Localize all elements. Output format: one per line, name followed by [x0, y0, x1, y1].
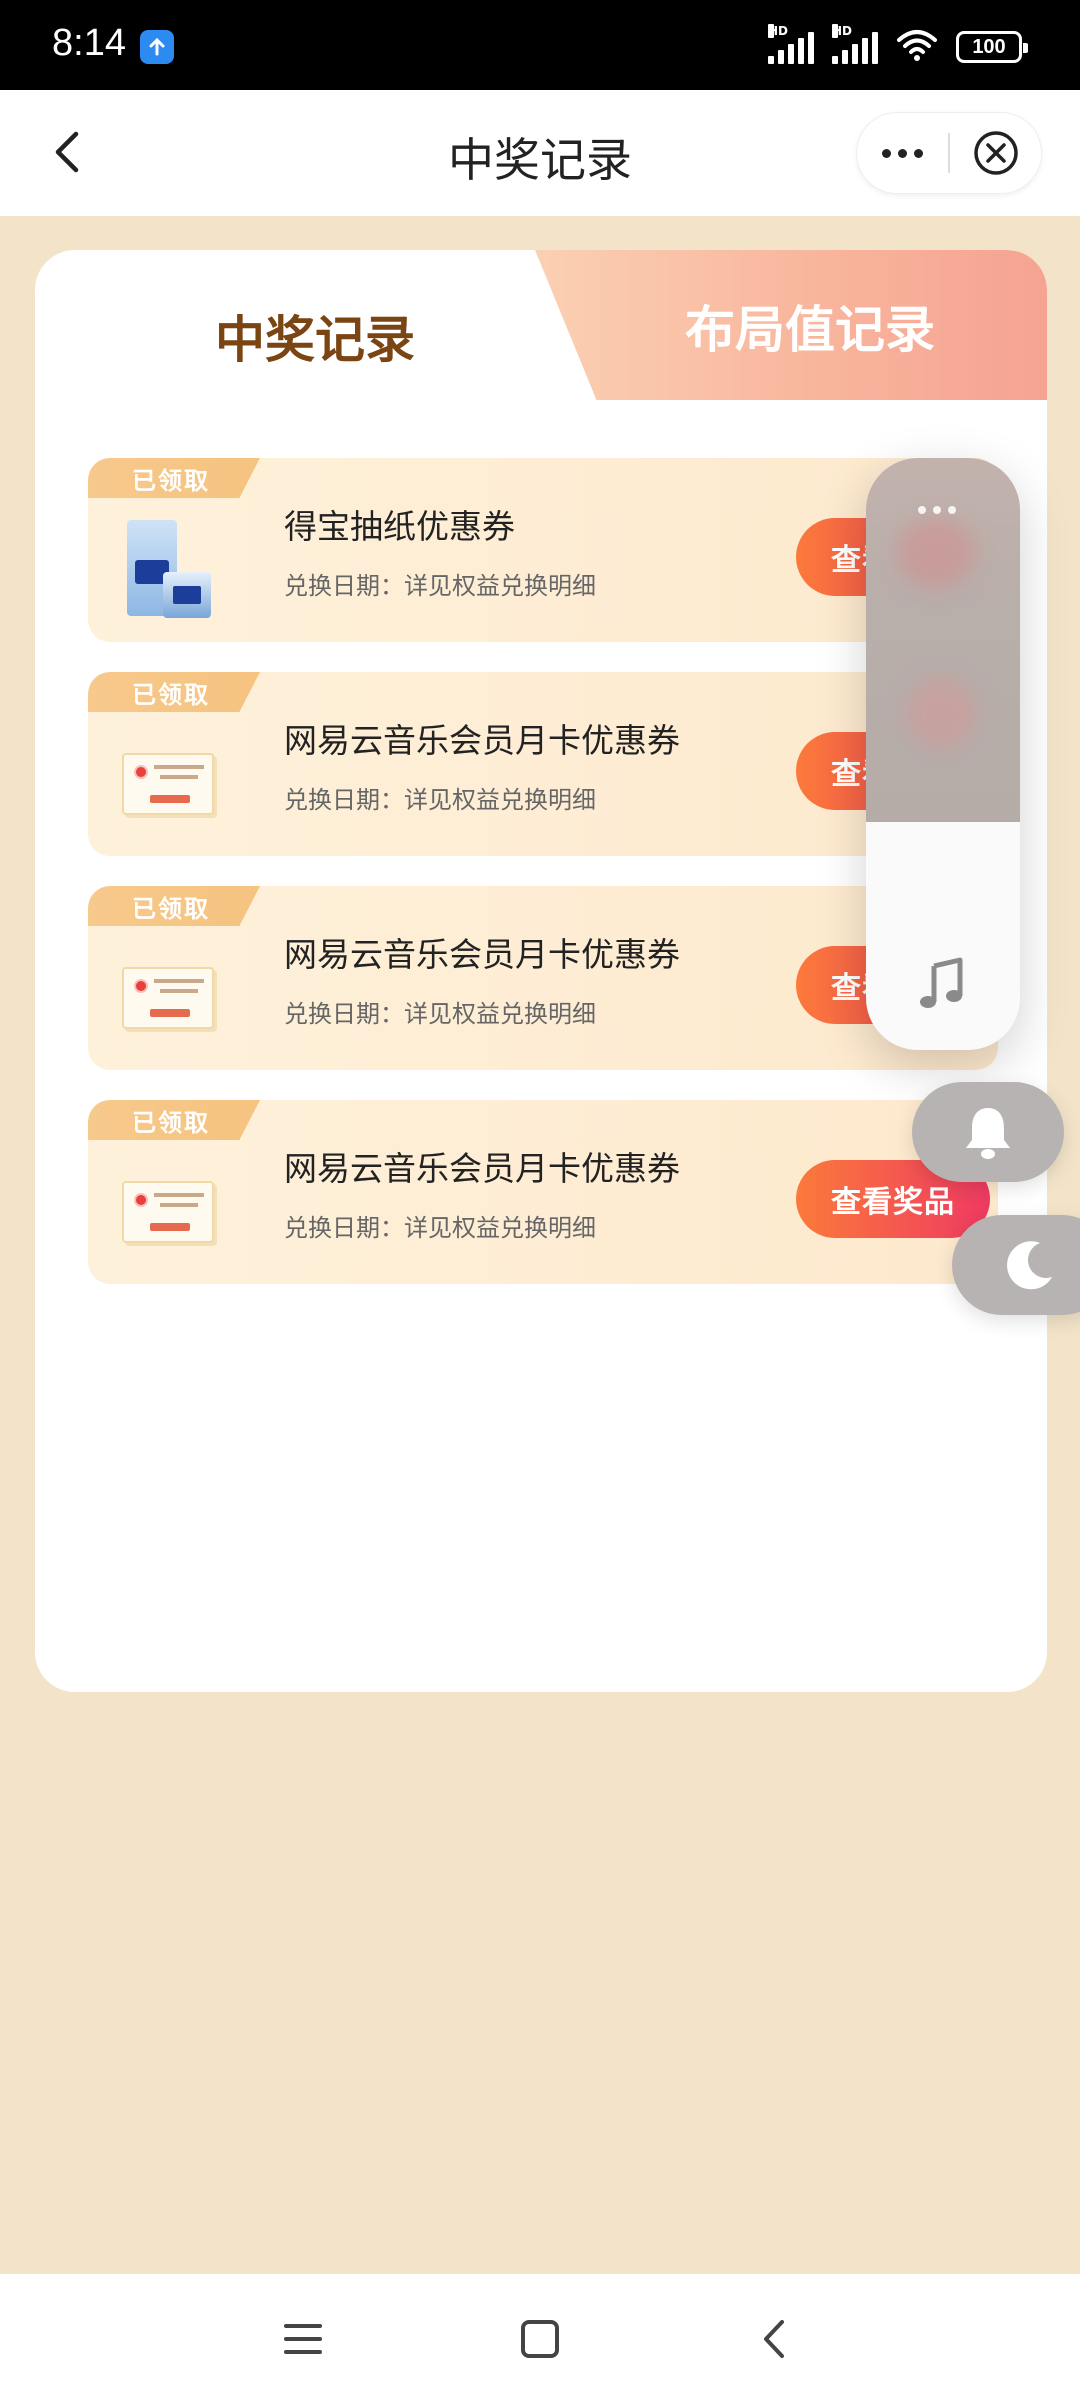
back-icon[interactable]: [750, 2314, 800, 2364]
coupon-image: [118, 946, 218, 1050]
nav-bar: 中奖记录: [0, 90, 1080, 216]
wifi-icon: [896, 28, 938, 66]
record-subtitle: 兑换日期：详见权益兑换明细: [284, 1000, 596, 1028]
record-subtitle: 兑换日期：详见权益兑换明细: [284, 1214, 596, 1242]
claimed-badge: 已领取: [88, 458, 260, 498]
floating-music-panel[interactable]: [866, 458, 1020, 1050]
more-icon[interactable]: [918, 506, 956, 514]
album-art: [866, 458, 1020, 822]
record-subtitle: 兑换日期：详见权益兑换明细: [284, 786, 596, 814]
status-icons: HD HD 100: [768, 24, 1028, 66]
record-title: 网易云音乐会员月卡优惠券: [284, 1149, 680, 1188]
list-item: 已领取 网易云音乐会员月卡优惠券 兑换日期：详见权益兑换明细 查看奖品: [88, 672, 998, 856]
close-icon[interactable]: [950, 112, 1041, 194]
menu-icon[interactable]: [278, 2314, 328, 2364]
record-subtitle: 兑换日期：详见权益兑换明细: [284, 572, 596, 600]
bell-icon[interactable]: [912, 1082, 1064, 1182]
list-item: 已领取 网易云音乐会员月卡优惠券 兑换日期：详见权益兑换明细 查看奖品: [88, 886, 998, 1070]
list-item: 已领取 网易云音乐会员月卡优惠券 兑换日期：详见权益兑换明细 查看奖品: [88, 1100, 998, 1284]
status-time: 8:14: [52, 22, 126, 64]
home-icon[interactable]: [515, 2314, 565, 2364]
tab-prize-records[interactable]: 中奖记录: [95, 300, 535, 372]
moon-icon[interactable]: [952, 1215, 1080, 1315]
claimed-badge: 已领取: [88, 886, 260, 926]
record-title: 网易云音乐会员月卡优惠券: [284, 935, 680, 974]
coupon-image: [118, 732, 218, 836]
more-icon[interactable]: [857, 112, 948, 194]
mini-program-capsule: [856, 112, 1042, 194]
record-title: 网易云音乐会员月卡优惠券: [284, 721, 680, 760]
record-title: 得宝抽纸优惠券: [284, 507, 515, 546]
list-item: 已领取 得宝抽纸优惠券 兑换日期：详见权益兑换明细 查看奖品: [88, 458, 998, 642]
claimed-badge: 已领取: [88, 1100, 260, 1140]
music-note-icon[interactable]: [914, 956, 970, 1012]
status-bar: 8:14 HD HD 100: [0, 0, 1080, 90]
system-nav-bar: [0, 2274, 1080, 2400]
battery-icon: 100: [956, 31, 1028, 63]
signal-icon: HD: [832, 24, 878, 64]
coupon-image: [118, 1160, 218, 1264]
claimed-badge: 已领取: [88, 672, 260, 712]
signal-icon: HD: [768, 24, 814, 64]
upload-icon: [140, 30, 174, 64]
tab-layout-value-records[interactable]: 布局值记录: [595, 290, 1025, 362]
tissue-image: [118, 518, 218, 622]
